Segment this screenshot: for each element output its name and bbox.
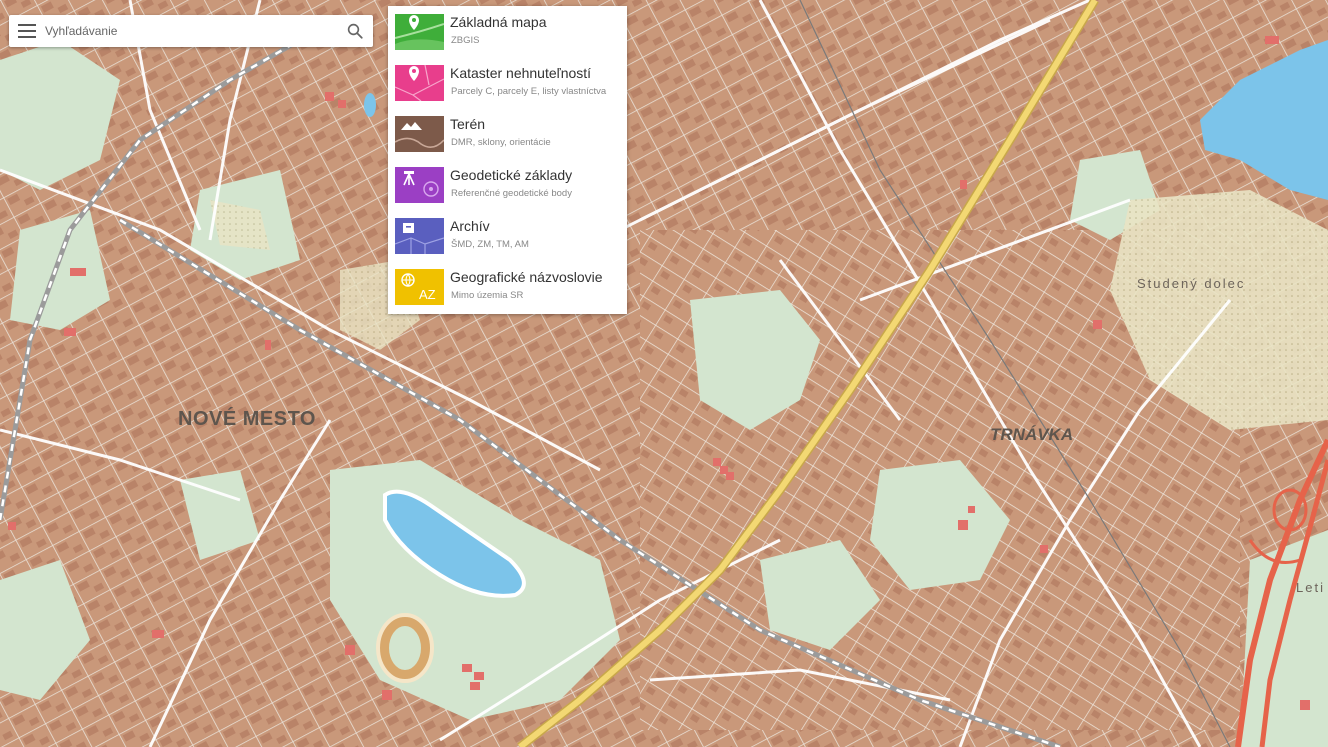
layer-subtitle: ZBGIS	[451, 35, 480, 46]
map-pin-icon	[395, 14, 444, 50]
layer-title: Kataster nehnuteľností	[450, 65, 592, 81]
search-box	[9, 15, 373, 47]
layer-subtitle: Mimo územia SR	[451, 290, 524, 301]
map-canvas[interactable]	[0, 0, 1328, 747]
layer-item-geograficke-nazvoslovie[interactable]: AZ Geografické názvoslovie Mimo územia S…	[388, 261, 627, 312]
search-input[interactable]	[45, 19, 330, 43]
layer-title: Archív	[450, 218, 490, 234]
layer-title: Základná mapa	[450, 14, 547, 30]
layer-item-kataster[interactable]: Kataster nehnuteľností Parcely C, parcel…	[388, 57, 627, 108]
svg-text:AZ: AZ	[419, 287, 436, 302]
layer-subtitle: Parcely C, parcely E, listy vlastníctva	[451, 86, 607, 97]
parcel-pin-icon	[395, 65, 444, 101]
layer-switcher-panel: Základná mapa ZBGIS Kataster nehnuteľnos…	[388, 6, 627, 314]
globe-az-icon: AZ	[395, 269, 444, 305]
layer-subtitle: DMR, sklony, orientácie	[451, 137, 551, 148]
layer-item-zakladna-mapa[interactable]: Základná mapa ZBGIS	[388, 6, 627, 57]
layer-title: Geografické názvoslovie	[450, 269, 603, 285]
layer-item-teren[interactable]: Terén DMR, sklony, orientácie	[388, 108, 627, 159]
layer-subtitle: ŠMD, ZM, TM, AM	[451, 239, 529, 250]
layer-subtitle: Referenčné geodetické body	[451, 188, 572, 199]
mountain-icon	[395, 116, 444, 152]
layer-item-archiv[interactable]: Archív ŠMD, ZM, TM, AM	[388, 210, 627, 261]
layer-item-geodeticke-zaklady[interactable]: Geodetické základy Referenčné geodetické…	[388, 159, 627, 210]
archive-box-icon	[395, 218, 444, 254]
search-icon[interactable]	[346, 22, 364, 40]
hamburger-menu-icon[interactable]	[18, 24, 36, 38]
survey-tripod-icon	[395, 167, 444, 203]
layer-title: Terén	[450, 116, 486, 132]
layer-title: Geodetické základy	[450, 167, 573, 183]
